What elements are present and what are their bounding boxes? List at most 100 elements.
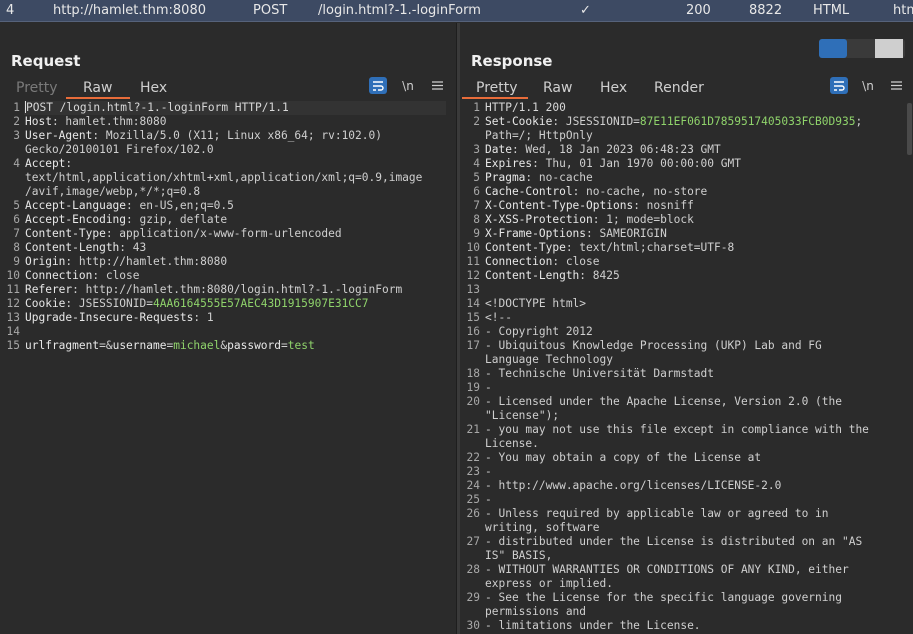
code-line: Host: hamlet.thm:8080 (25, 115, 166, 129)
code-text: : text/html;charset=UTF-8 (565, 241, 735, 254)
line-number: 7 (13, 227, 20, 240)
code-text: : no-cache (525, 171, 593, 184)
code-text: = (281, 339, 288, 352)
request-tab-hex[interactable]: Hex (140, 79, 167, 101)
wrap-lines-icon[interactable] (369, 77, 387, 94)
code-text: POST /login.html?-1.-loginForm HTTP/1.1 (26, 101, 289, 114)
newline-icon[interactable]: \n (399, 77, 417, 94)
code-line: Accept: (25, 157, 72, 171)
code-text: Path=/; HttpOnly (485, 129, 593, 142)
code-line: - Unless required by applicable law or a… (485, 507, 829, 521)
line-number: 10 (6, 269, 20, 282)
code-text: =& (99, 339, 113, 352)
code-text: /avif,image/webp,*/*;q=0.8 (25, 185, 201, 198)
code-line: - (485, 493, 492, 507)
code-text: HTTP/1.1 200 (485, 101, 566, 114)
code-line: Connection: close (25, 269, 140, 283)
code-line: Content-Length: 43 (25, 241, 146, 255)
highlighted-value: 87E11EF061D7859517405033FCB0D935 (639, 115, 856, 128)
code-text: : application/x-www-form-urlencoded (105, 227, 342, 240)
code-text: : gzip, deflate (126, 213, 228, 226)
response-scrollbar[interactable] (907, 103, 912, 155)
response-newline-icon[interactable]: \n (859, 77, 877, 94)
request-editor[interactable]: 1 POST /login.html?-1.-loginForm HTTP/1.1… (0, 101, 457, 634)
line-number: 22 (466, 451, 480, 464)
code-line: - Licensed under the Apache License, Ver… (485, 395, 842, 409)
response-tab-render[interactable]: Render (654, 79, 704, 101)
line-number: 29 (466, 591, 480, 604)
header-name: Content-Type (25, 227, 106, 240)
history-row-mime: HTML (813, 3, 850, 18)
header-name: X-XSS-Protection (485, 213, 593, 226)
code-line: Gecko/20100101 Firefox/102.0 (25, 143, 214, 157)
response-editor[interactable]: 1 HTTP/1.1 200 2 Set-Cookie: JSESSIONID=87E… (460, 101, 913, 634)
code-text: text/html,application/xhtml+xml,applicat… (25, 171, 423, 184)
header-name: User-Agent (25, 129, 93, 142)
code-line: Content-Type: text/html;charset=UTF-8 (485, 241, 734, 255)
code-line: Referer: http://hamlet.thm:8080/login.ht… (25, 283, 402, 297)
response-tab-raw[interactable]: Raw (543, 79, 572, 101)
layout-tabs-icon[interactable] (875, 39, 903, 58)
layout-side-by-side-icon[interactable] (819, 39, 847, 58)
line-number: 2 (13, 115, 20, 128)
code-line: - (485, 381, 492, 395)
header-name: Expires (485, 157, 533, 170)
code-line: Accept-Language: en-US,en;q=0.5 (25, 199, 234, 213)
code-text: : Mozilla/5.0 (X11; Linux x86_64; rv:102… (92, 129, 382, 142)
history-row-length: 8822 (749, 3, 783, 18)
history-row-status: 200 (686, 3, 711, 18)
line-number: 13 (6, 311, 20, 324)
response-wrap-lines-icon[interactable] (830, 77, 848, 94)
layout-stacked-icon[interactable] (847, 39, 875, 58)
code-text: : http://hamlet.thm:8080/login.html?-1.-… (72, 283, 403, 296)
code-text: : SAMEORIGIN (586, 227, 667, 240)
code-line: Content-Type: application/x-www-form-url… (25, 227, 342, 241)
hamburger-menu-icon[interactable] (428, 77, 446, 94)
code-text: : JSESSIONID= (65, 297, 153, 310)
header-name: Content-Length (485, 269, 580, 282)
request-tab-pretty[interactable]: Pretty (16, 79, 58, 101)
code-text: : 8425 (579, 269, 620, 282)
code-text: - distributed under the License is distr… (485, 535, 863, 548)
line-number: 6 (13, 213, 20, 226)
code-text: permissions and (485, 605, 587, 618)
line-number: 9 (13, 255, 20, 268)
header-name: Host (25, 115, 52, 128)
history-row-selected[interactable]: 4 http://hamlet.thm:8080 POST /login.htm… (0, 0, 913, 22)
line-number: 28 (466, 563, 480, 576)
history-row-number: 4 (6, 3, 15, 18)
code-line: permissions and (485, 605, 586, 619)
line-number: 4 (473, 157, 480, 170)
history-row-method: POST (253, 3, 288, 18)
code-text: Gecko/20100101 Firefox/102.0 (25, 143, 214, 156)
header-name: Cache-Control (485, 185, 573, 198)
response-hamburger-menu-icon[interactable] (887, 77, 905, 94)
line-number: 23 (466, 465, 480, 478)
code-line: <!-- (485, 311, 512, 325)
code-text: - Technische Universität Darmstadt (485, 367, 715, 380)
history-row-extension: htm (893, 3, 913, 18)
code-line: text/html,application/xhtml+xml,applicat… (25, 171, 422, 185)
line-number: 8 (473, 213, 480, 226)
code-line: License. (485, 437, 539, 451)
header-name: Referer (25, 283, 73, 296)
code-line: urlfragment=&username=michael&password=t… (25, 339, 315, 353)
line-number: 15 (6, 339, 20, 352)
line-number: 9 (473, 227, 480, 240)
code-text: - Copyright 2012 (485, 325, 593, 338)
line-number: 1 (13, 101, 20, 114)
response-tab-hex[interactable]: Hex (600, 79, 627, 101)
code-line: HTTP/1.1 200 (485, 101, 566, 115)
header-name: password (227, 339, 282, 352)
code-line: writing, software (485, 521, 600, 535)
code-text: : en-US,en;q=0.5 (126, 199, 234, 212)
code-text: : http://hamlet.thm:8080 (65, 255, 228, 268)
response-title: Response (471, 52, 553, 70)
code-line: "License"); (485, 409, 559, 423)
code-text: : Thu, 01 Jan 1970 00:00:00 GMT (532, 157, 741, 170)
line-number: 18 (466, 367, 480, 380)
code-line: Upgrade-Insecure-Requests: 1 (25, 311, 214, 325)
code-text: <!-- (485, 311, 512, 324)
response-active-tab-indicator (462, 97, 528, 99)
request-active-tab-indicator (66, 97, 130, 99)
